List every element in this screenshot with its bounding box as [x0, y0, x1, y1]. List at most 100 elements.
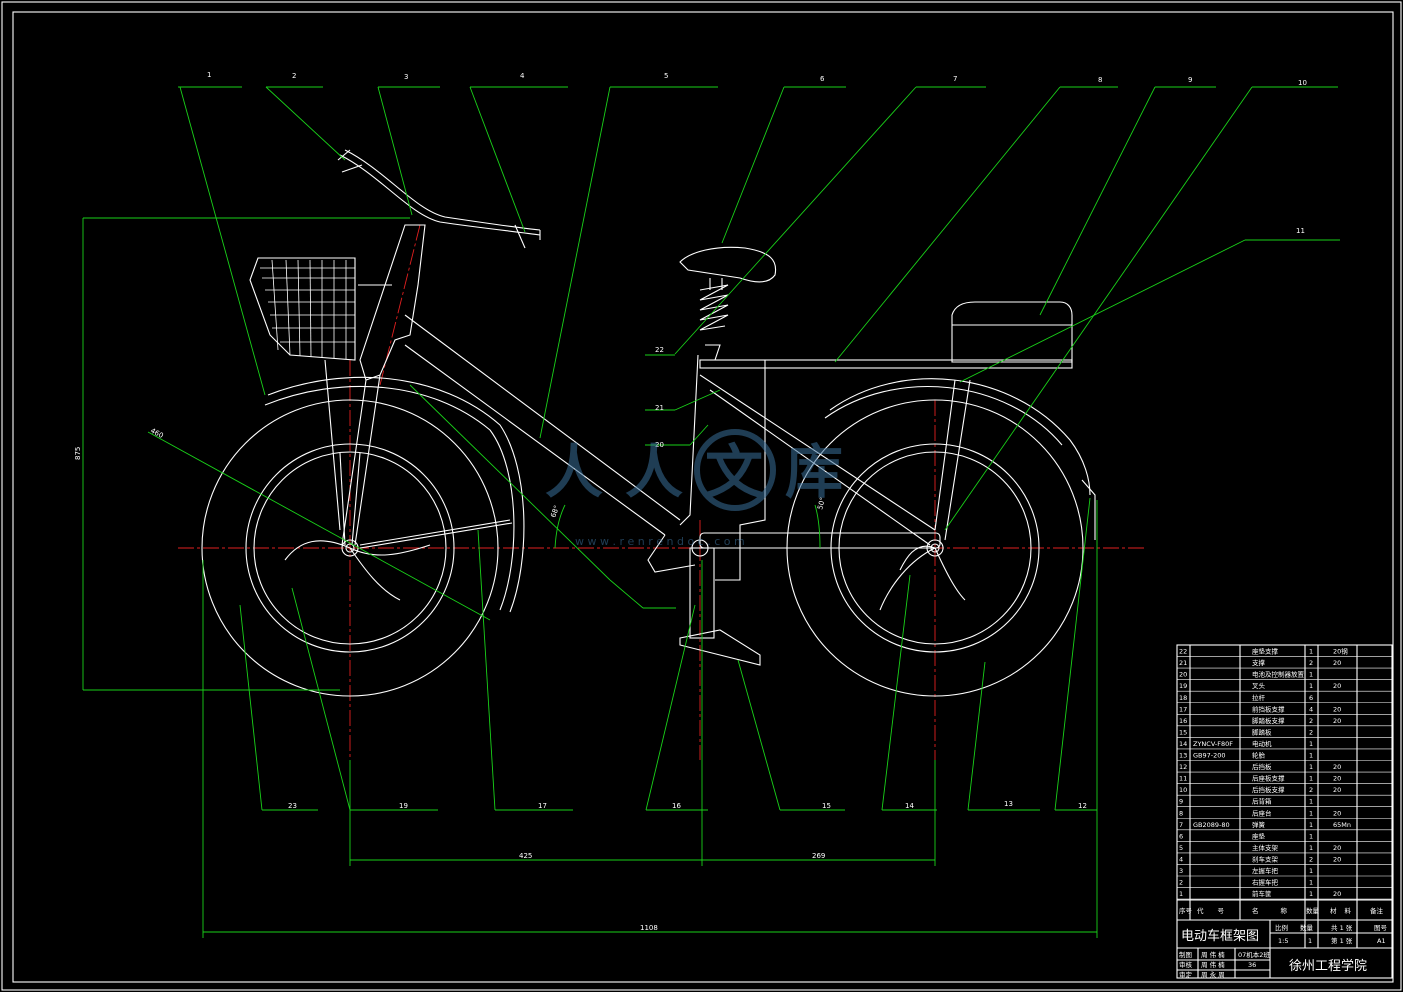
bom-cell-qty: 1: [1309, 844, 1313, 852]
bom-cell-material: 20: [1333, 844, 1341, 852]
dim-overall-length: 1108: [640, 924, 658, 932]
bom-cell-material: 20: [1333, 763, 1341, 771]
bom-cell-name: 脚踏板: [1252, 727, 1272, 736]
bom-cell-qty: 1: [1309, 879, 1313, 887]
drawing-no: A1: [1377, 937, 1386, 945]
bom-cell-qty: 4: [1309, 705, 1313, 713]
bom-cell-material: 20: [1333, 705, 1341, 713]
bom-cell-name: 后挡板: [1252, 762, 1272, 771]
bom-cell-material: 20: [1333, 717, 1341, 725]
watermark-text: 人人文库: [545, 438, 865, 506]
bom-cell-name: 后座板支撑: [1252, 774, 1285, 783]
drawing-no-label: 图号: [1374, 924, 1388, 932]
bom-cell-seq: 21: [1179, 659, 1187, 667]
bom-cell-qty: 1: [1309, 740, 1313, 748]
bom-cell-name: 叉头: [1252, 681, 1266, 690]
bom-cell-name: 后座台: [1252, 808, 1272, 817]
bom-cell-material: 20: [1333, 809, 1341, 817]
bom-cell-material: 20: [1333, 682, 1341, 690]
callout-5: 5: [664, 72, 668, 80]
callout-6: 6: [820, 75, 825, 83]
bom-cell-seq: 14: [1179, 740, 1187, 748]
dim-wheel: 460: [149, 427, 165, 440]
bom-cell-seq: 12: [1179, 763, 1187, 771]
watermark: 人人文库 w w w . r e n r e n d o c . c o m: [545, 429, 865, 548]
callout-4: 4: [520, 72, 525, 80]
bom-cell-name: 脚踏板支撑: [1252, 716, 1285, 725]
bom-cell-code: GB2089-80: [1193, 821, 1230, 829]
bom-cell-material: 65Mn: [1333, 821, 1351, 829]
scale-label: 比例: [1275, 923, 1288, 932]
bom-cell-name: 座垫支撑: [1252, 647, 1279, 656]
bom-cell-seq: 18: [1179, 694, 1187, 702]
rear-box: [951, 301, 1073, 363]
bom-cell-qty: 2: [1309, 786, 1313, 794]
callout-7: 7: [953, 75, 957, 83]
callout-19: 19: [399, 802, 408, 810]
title-block: 电动车框架图 比例 1:5 数量 1 共 1 张 第 1 张 图号 A1 制图 …: [1179, 923, 1388, 979]
scale-value: 1:5: [1278, 937, 1288, 945]
bom-cell-qty: 2: [1309, 728, 1313, 736]
bom-cell-material: 20: [1333, 786, 1341, 794]
dim-front-to-crank: 425: [519, 852, 532, 860]
bom-cell-qty: 1: [1309, 682, 1313, 690]
bom-headers: 序号 代号 名称 数量 材料 备注: [1179, 906, 1384, 915]
bom-cell-qty: 1: [1309, 798, 1313, 806]
class-value: 07机本2班: [1238, 950, 1270, 959]
seat: [679, 246, 777, 331]
callout-2: 2: [292, 72, 296, 80]
bom-cell-material: 20钢: [1333, 648, 1348, 656]
bom-cell-seq: 1: [1179, 890, 1183, 898]
callout-8: 8: [1098, 76, 1102, 84]
bom-cell-name: 轮胎: [1252, 751, 1266, 760]
designer-name: 周 伟 楠: [1201, 950, 1225, 959]
callout-23: 23: [288, 802, 297, 810]
bom-cell-material: 20: [1333, 855, 1341, 863]
bom-cell-name: 右握车把: [1252, 878, 1279, 887]
bom-cell-seq: 11: [1179, 775, 1187, 783]
bom-cell-seq: 15: [1179, 728, 1187, 736]
watermark-url: w w w . r e n r e n d o c . c o m: [575, 535, 745, 548]
bom-cell-name: 座垫: [1252, 831, 1266, 840]
bom-header-seq: 序号: [1179, 906, 1193, 915]
bom-cell-qty: 2: [1309, 717, 1313, 725]
school-name: 徐州工程学院: [1289, 958, 1367, 974]
bom-header-name: 名称: [1252, 906, 1309, 915]
front-wheel: [201, 376, 525, 697]
bom-cell-seq: 16: [1179, 717, 1187, 725]
callout-13: 13: [1004, 800, 1013, 808]
callout-12: 12: [1078, 802, 1087, 810]
bom-cell-seq: 13: [1179, 752, 1187, 760]
bom-cell-qty: 1: [1309, 775, 1313, 783]
bom-cell-seq: 10: [1179, 786, 1187, 794]
callout-21: 21: [655, 404, 664, 412]
bom-cell-qty: 1: [1309, 867, 1313, 875]
bom-cell-seq: 8: [1179, 809, 1183, 817]
bom-header-code: 代号: [1197, 906, 1238, 915]
bom-cell-name: 左握车把: [1252, 866, 1279, 875]
bom-cell-seq: 9: [1179, 798, 1183, 806]
callout-11: 11: [1296, 227, 1305, 235]
callout-10: 10: [1298, 79, 1307, 87]
checker-label: 审核: [1179, 960, 1193, 969]
bom-cell-qty: 1: [1309, 752, 1313, 760]
bom-cell-seq: 2: [1179, 879, 1183, 887]
bom-cell-material: 20: [1333, 659, 1341, 667]
dim-height: 875: [74, 447, 82, 460]
callout-9: 9: [1188, 76, 1192, 84]
handlebar: [337, 149, 541, 249]
bom-cell-seq: 7: [1179, 821, 1183, 829]
bom-cell-seq: 19: [1179, 682, 1187, 690]
drawing-canvas: 1 2 3 4 5 6 7 8 9 10 11 12 13 14 15 16 1…: [1, 1, 1402, 991]
bom-cell-name: 支撑: [1252, 658, 1266, 667]
bom-cell-name: 前车筐: [1252, 889, 1272, 898]
reviewer-name: 周 永 周: [1201, 970, 1225, 979]
callout-3: 3: [404, 73, 408, 81]
bom-cell-qty: 1: [1309, 648, 1313, 656]
checker-name: 周 伟 楠: [1201, 960, 1225, 969]
drawing-title: 电动车框架图: [1181, 928, 1259, 944]
bom-cell-material: 20: [1333, 890, 1341, 898]
bom-header-material: 材料: [1330, 906, 1359, 915]
checker-no: 36: [1248, 961, 1256, 969]
callout-16: 16: [672, 802, 681, 810]
